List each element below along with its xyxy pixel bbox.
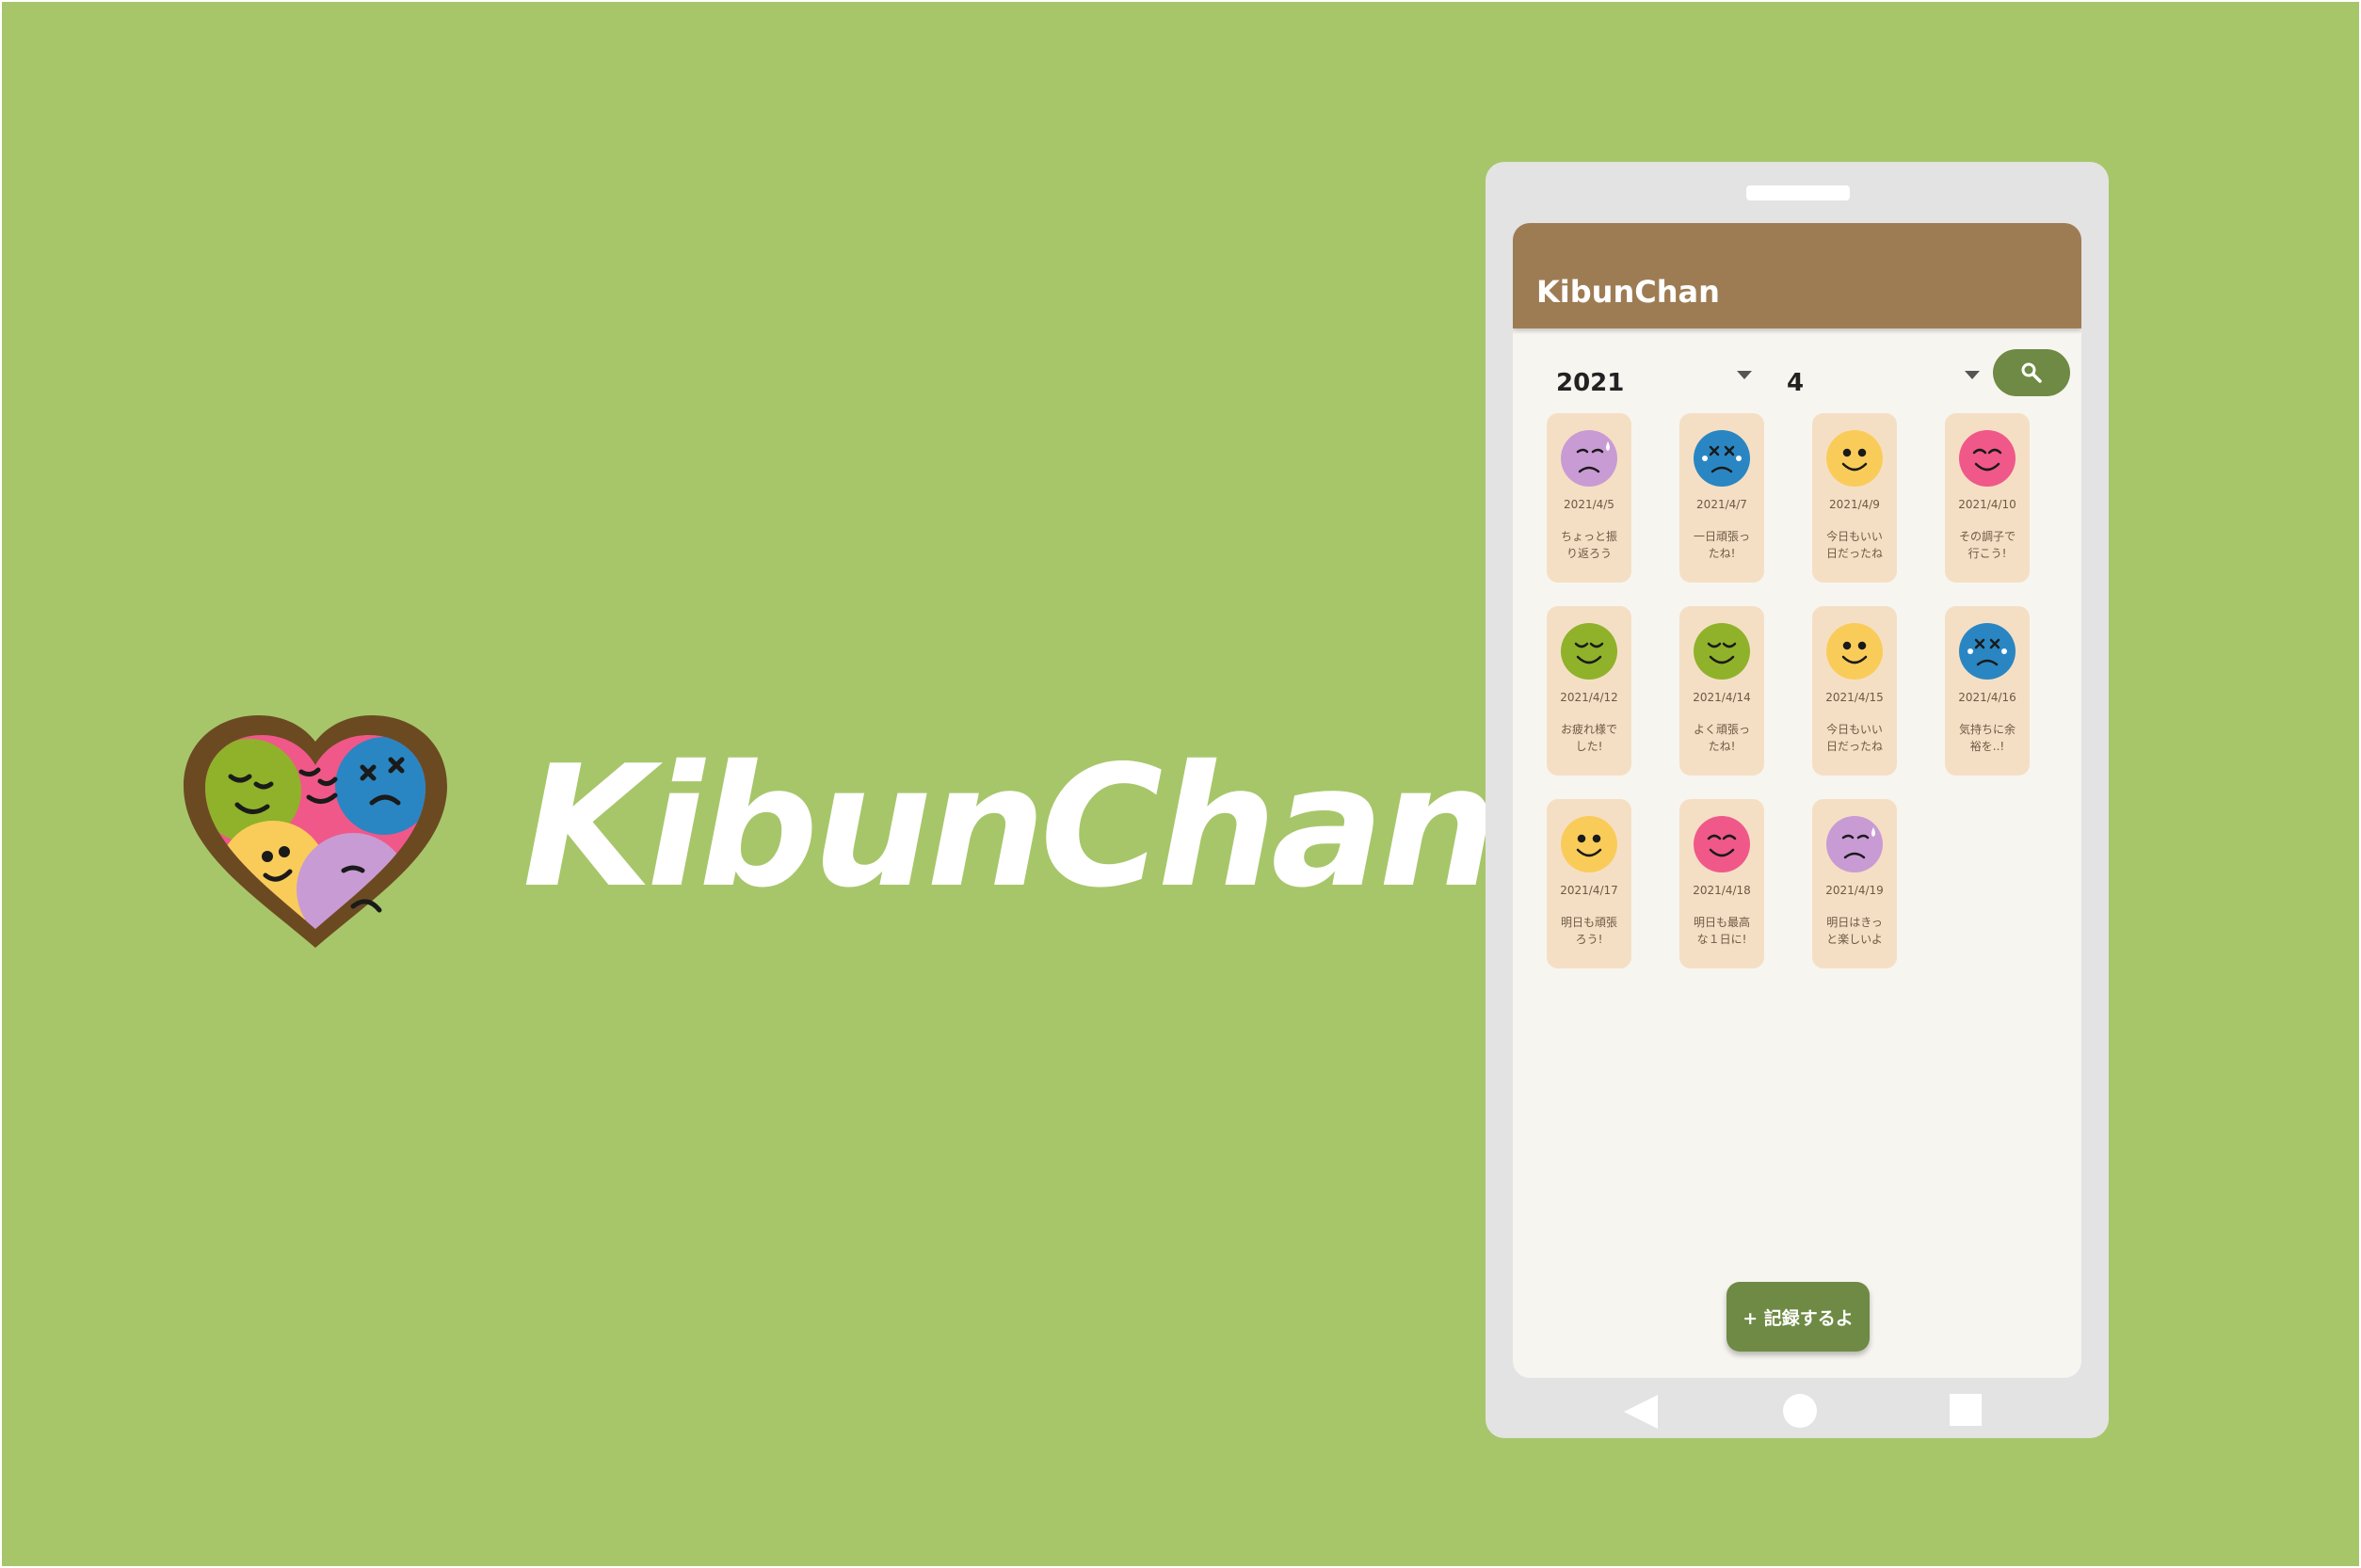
entry-message-line2: と楽しいよ bbox=[1826, 933, 1883, 946]
entry-date: 2021/4/7 bbox=[1696, 498, 1747, 511]
phone-mockup: KibunChan 2021 4 2021/4/5 ちょっと振 り返ろう 2021/4… bbox=[1486, 162, 2109, 1438]
entry-card[interactable]: 2021/4/16 気持ちに余裕を..! bbox=[1945, 606, 2030, 776]
entry-date: 2021/4/18 bbox=[1693, 884, 1751, 897]
year-value: 2021 bbox=[1556, 369, 1625, 397]
mood-joyful-icon bbox=[1959, 430, 2016, 487]
entry-message-line1: 明日も最高 bbox=[1693, 916, 1750, 929]
entry-message-line1: 今日もいい bbox=[1826, 530, 1883, 543]
entry-card[interactable]: 2021/4/12 お疲れ様でした! bbox=[1547, 606, 1631, 776]
entry-date: 2021/4/9 bbox=[1829, 498, 1880, 511]
entry-message-line1: ちょっと振 bbox=[1560, 530, 1617, 543]
year-select[interactable]: 2021 bbox=[1541, 350, 1758, 407]
app-title: KibunChan bbox=[1536, 274, 1720, 310]
entry-date: 2021/4/19 bbox=[1825, 884, 1884, 897]
mood-worried-icon bbox=[1561, 430, 1617, 487]
entry-date: 2021/4/14 bbox=[1693, 691, 1751, 704]
mood-exhausted-icon bbox=[1694, 430, 1750, 487]
mood-happy-icon bbox=[1826, 430, 1883, 487]
entry-date: 2021/4/12 bbox=[1560, 691, 1618, 704]
entry-card[interactable]: 2021/4/10 その調子で行こう! bbox=[1945, 413, 2030, 583]
entry-message-line2: した! bbox=[1575, 740, 1603, 753]
entry-message: よく頑張ったね! bbox=[1687, 721, 1757, 755]
entry-card[interactable]: 2021/4/19 明日はきっと楽しいよ bbox=[1812, 799, 1897, 968]
entry-message-line1: その調子で bbox=[1958, 530, 2016, 543]
entry-card[interactable]: 2021/4/18 明日も最高な１日に! bbox=[1679, 799, 1764, 968]
mood-joyful-icon bbox=[1694, 816, 1750, 872]
search-button[interactable] bbox=[1993, 349, 2070, 396]
mood-exhausted-icon bbox=[1959, 623, 2016, 680]
entry-message-line2: 行こう! bbox=[1968, 547, 2007, 560]
entry-date: 2021/4/16 bbox=[1958, 691, 2016, 704]
entry-message: 今日もいい日だったね bbox=[1820, 528, 1889, 562]
entry-message: 一日頑張ったね! bbox=[1687, 528, 1757, 562]
entry-message: 明日も最高な１日に! bbox=[1687, 914, 1757, 948]
entry-date: 2021/4/17 bbox=[1560, 884, 1618, 897]
month-select[interactable]: 4 bbox=[1772, 350, 1988, 407]
entry-date: 2021/4/10 bbox=[1958, 498, 2016, 511]
entry-message-line2: たね! bbox=[1708, 547, 1736, 560]
entry-message: 今日もいい日だったね bbox=[1820, 721, 1889, 755]
phone-speaker bbox=[1746, 185, 1850, 200]
back-icon[interactable] bbox=[1624, 1395, 1660, 1429]
mood-calm-icon bbox=[1561, 623, 1617, 680]
mood-happy-icon bbox=[1561, 816, 1617, 872]
chevron-down-icon bbox=[1965, 371, 1980, 379]
add-record-button[interactable]: + 記録するよ bbox=[1727, 1282, 1870, 1352]
search-icon bbox=[2021, 362, 2042, 383]
chevron-down-icon bbox=[1737, 371, 1752, 379]
month-value: 4 bbox=[1787, 369, 1805, 397]
entry-message-line1: お疲れ様で bbox=[1560, 723, 1617, 736]
entry-message-line2: たね! bbox=[1708, 740, 1736, 753]
recent-apps-icon[interactable] bbox=[1950, 1394, 1982, 1426]
app-bar: KibunChan bbox=[1513, 223, 2081, 328]
entry-card[interactable]: 2021/4/14 よく頑張ったね! bbox=[1679, 606, 1764, 776]
entry-message: 気持ちに余裕を..! bbox=[1952, 721, 2022, 755]
entry-message: その調子で行こう! bbox=[1952, 528, 2022, 562]
entry-message-line1: 気持ちに余 bbox=[1958, 723, 2016, 736]
entry-message-line2: り返ろう bbox=[1566, 547, 1612, 560]
entry-message-line2: な１日に! bbox=[1696, 933, 1747, 946]
entry-message-line1: 一日頑張っ bbox=[1693, 530, 1750, 543]
entry-message-line2: 日だったね bbox=[1825, 740, 1883, 753]
entry-date: 2021/4/5 bbox=[1564, 498, 1614, 511]
app-screen: KibunChan 2021 4 2021/4/5 ちょっと振 り返ろう 2021/4… bbox=[1513, 223, 2081, 1378]
entry-date: 2021/4/15 bbox=[1825, 691, 1884, 704]
home-icon[interactable] bbox=[1783, 1394, 1817, 1428]
entry-message: 明日も頑張ろう! bbox=[1554, 914, 1624, 948]
mood-happy-icon bbox=[1826, 623, 1883, 680]
entry-message: ちょっと振 り返ろう bbox=[1554, 528, 1624, 562]
entry-card[interactable]: 2021/4/9 今日もいい日だったね bbox=[1812, 413, 1897, 583]
brand-wordmark: KibunChan bbox=[522, 729, 1498, 924]
entry-card[interactable]: 2021/4/15 今日もいい日だったね bbox=[1812, 606, 1897, 776]
mood-worried-icon bbox=[1826, 816, 1883, 872]
mood-calm-icon bbox=[1694, 623, 1750, 680]
entry-message-line1: 明日も頑張 bbox=[1560, 916, 1617, 929]
entry-message-line1: よく頑張っ bbox=[1693, 723, 1750, 736]
entry-message-line2: ろう! bbox=[1575, 933, 1603, 946]
entry-message: 明日はきっと楽しいよ bbox=[1820, 914, 1889, 948]
entry-card[interactable]: 2021/4/17 明日も頑張ろう! bbox=[1547, 799, 1631, 968]
entry-message-line1: 今日もいい bbox=[1826, 723, 1883, 736]
entry-card[interactable]: 2021/4/7 一日頑張ったね! bbox=[1679, 413, 1764, 583]
entry-message-line1: 明日はきっ bbox=[1826, 916, 1883, 929]
kibunchan-logo-icon bbox=[184, 715, 447, 948]
entry-message-line2: 日だったね bbox=[1825, 547, 1883, 560]
entry-message: お疲れ様でした! bbox=[1554, 721, 1624, 755]
entry-message-line2: 裕を..! bbox=[1969, 740, 2005, 753]
entry-card[interactable]: 2021/4/5 ちょっと振り返ろう bbox=[1547, 413, 1631, 583]
